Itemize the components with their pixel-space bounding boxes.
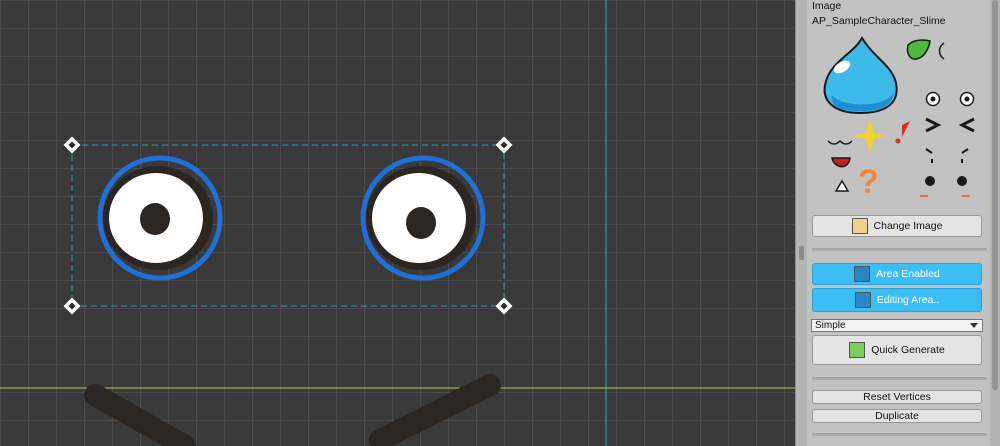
question-sprite: ? bbox=[858, 163, 879, 201]
squint-right-sprite bbox=[925, 117, 942, 133]
change-image-label: Change Image bbox=[873, 220, 943, 232]
area-enabled-label: Area Enabled bbox=[876, 268, 940, 280]
area-enabled-button[interactable]: Area Enabled bbox=[812, 263, 982, 285]
right-brow-shape bbox=[369, 374, 501, 446]
duplicate-button[interactable]: Duplicate bbox=[812, 409, 982, 423]
mode-select[interactable]: Simple bbox=[811, 319, 983, 332]
open-mouth-sprite bbox=[831, 157, 851, 168]
divider-grip[interactable] bbox=[799, 246, 804, 260]
area-handle-top-left[interactable] bbox=[63, 136, 81, 154]
image-swap-icon bbox=[851, 218, 868, 234]
wavy-mouth-sprite bbox=[827, 139, 853, 145]
separator bbox=[812, 248, 987, 251]
exclamation-sprite bbox=[902, 121, 910, 137]
viewport-canvas[interactable] bbox=[0, 0, 795, 446]
editing-area-label: Editing Area.. bbox=[876, 294, 940, 306]
dot-eye-sprite bbox=[957, 176, 967, 186]
left-brow-shape bbox=[84, 384, 196, 446]
separator bbox=[812, 433, 987, 436]
separator bbox=[812, 377, 987, 380]
curve-sprite bbox=[938, 42, 945, 60]
duplicate-label: Duplicate bbox=[875, 410, 919, 422]
image-name: AP_SampleCharacter_Slime bbox=[812, 15, 946, 27]
reset-vertices-button[interactable]: Reset Vertices bbox=[812, 390, 982, 404]
squint-left-sprite bbox=[958, 117, 975, 133]
area-handle-top-right[interactable] bbox=[495, 136, 513, 154]
change-image-button[interactable]: Change Image bbox=[812, 215, 982, 237]
leaf-sprite bbox=[906, 39, 931, 60]
mode-select-value: Simple bbox=[815, 320, 846, 331]
generate-icon bbox=[849, 342, 866, 358]
area-handle-bottom-left[interactable] bbox=[63, 297, 81, 315]
sparkle-sprite bbox=[853, 119, 887, 153]
wand-icon bbox=[854, 292, 871, 308]
brow-sprite bbox=[925, 148, 933, 154]
star-icon bbox=[854, 266, 871, 282]
inspector-panel: Image AP_SampleCharacter_Slime ? Change … bbox=[807, 0, 990, 446]
quick-generate-label: Quick Generate bbox=[871, 344, 945, 356]
reset-vertices-label: Reset Vertices bbox=[863, 391, 931, 403]
section-label: Image bbox=[812, 0, 842, 12]
right-eye[interactable] bbox=[360, 155, 486, 281]
quick-generate-button[interactable]: Quick Generate bbox=[812, 335, 982, 365]
editing-area-button[interactable]: Editing Area.. bbox=[812, 288, 982, 312]
chevron-down-icon bbox=[970, 323, 978, 328]
scene-viewport[interactable] bbox=[0, 0, 795, 446]
left-eye[interactable] bbox=[97, 155, 223, 281]
sprite-sheet-preview: ? bbox=[823, 35, 975, 201]
dot-eye-sprite bbox=[925, 176, 935, 186]
triangle-sprite bbox=[834, 179, 850, 192]
scrollbar-thumb[interactable] bbox=[992, 0, 998, 390]
area-handle-bottom-right[interactable] bbox=[495, 297, 513, 315]
inspector-scrollbar[interactable] bbox=[990, 0, 1000, 446]
slime-sprite bbox=[823, 35, 898, 115]
